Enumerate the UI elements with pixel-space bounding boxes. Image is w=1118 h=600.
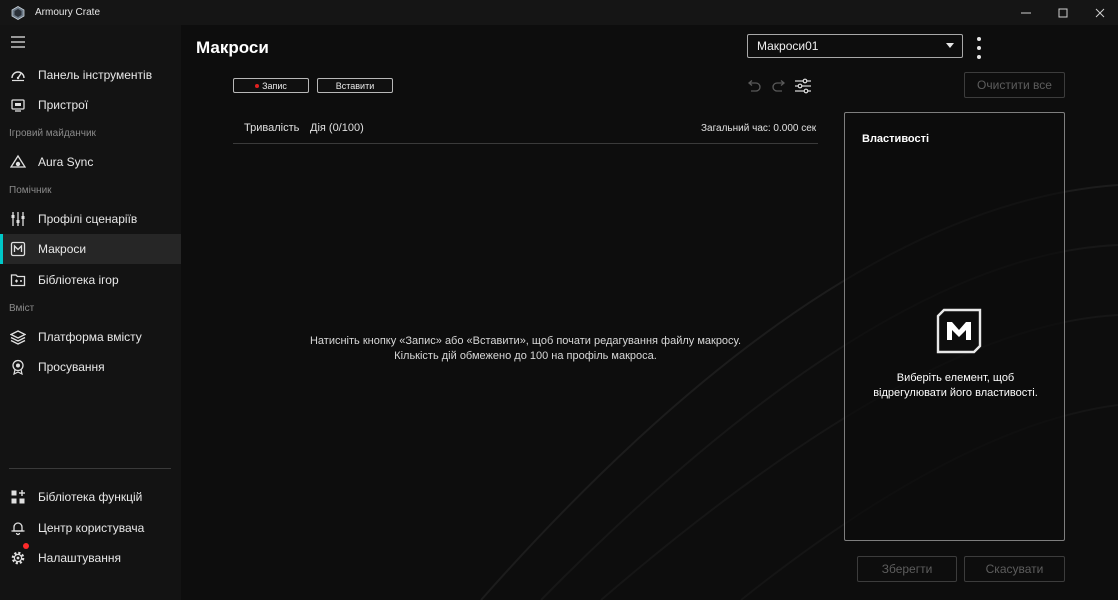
list-divider <box>233 143 818 144</box>
sliders-icon <box>795 78 811 94</box>
sidebar-item-macros[interactable]: Макроси <box>0 234 181 264</box>
dashboard-icon <box>10 67 26 83</box>
device-icon <box>10 97 26 113</box>
minimize-icon <box>1020 12 1031 13</box>
macro-logo-icon <box>936 308 982 354</box>
minimize-button[interactable] <box>1007 0 1044 25</box>
save-button[interactable]: Зберегти <box>857 556 957 582</box>
clear-all-button[interactable]: Очистити все <box>964 72 1065 98</box>
total-time-label: Загальний час: 0.000 сек <box>701 123 817 134</box>
page-title: Макроси <box>196 38 269 57</box>
section-label-game-zone: Ігровий майданчик <box>9 128 96 139</box>
empty-state-line-2: Кількість дій обмежено до 100 на профіль… <box>394 350 657 362</box>
main-content: Макроси Макроси01 Запис Вставити Очистит… <box>181 25 1118 600</box>
properties-message: Виберіть елемент, щоб відрегулювати його… <box>845 371 1066 401</box>
more-options-icon[interactable] <box>976 37 982 59</box>
sidebar-item-label: Бібліотека функцій <box>38 490 143 504</box>
close-button[interactable] <box>1081 0 1118 25</box>
redo-button[interactable] <box>770 77 788 95</box>
undo-icon <box>747 80 761 92</box>
properties-title: Властивості <box>862 133 930 145</box>
sidebar-item-label: Платформа вмісту <box>38 330 142 344</box>
properties-message-line-1: Виберіть елемент, щоб <box>896 372 1015 384</box>
insert-button[interactable]: Вставити <box>317 78 393 93</box>
sidebar-item-label: Просування <box>38 360 105 374</box>
cancel-button-label: Скасувати <box>985 562 1044 576</box>
hamburger-menu-icon[interactable] <box>11 36 25 48</box>
empty-state-message: Натисніть кнопку «Запис» або «Вставити»,… <box>233 334 818 364</box>
sidebar-item-label: Пристрої <box>38 98 89 112</box>
title-bar: Armoury Crate <box>0 0 1118 25</box>
sidebar-item-label: Aura Sync <box>38 155 94 169</box>
app-title: Armoury Crate <box>35 7 101 18</box>
sidebar-item-feature-library[interactable]: Бібліотека функцій <box>0 482 181 512</box>
sidebar-item-dashboard[interactable]: Панель інструментів <box>0 60 181 90</box>
section-label-assistant: Помічник <box>9 185 52 196</box>
close-icon <box>1095 8 1104 17</box>
sidebar-item-user-center[interactable]: Центр користувача <box>0 513 181 543</box>
sidebar-divider <box>9 468 171 469</box>
aura-icon <box>10 154 26 170</box>
redo-icon <box>772 80 786 92</box>
record-dot-icon <box>255 83 260 88</box>
maximize-icon <box>1058 8 1067 17</box>
user-center-icon <box>10 520 26 536</box>
sidebar-item-label: Бібліотека ігор <box>38 273 119 287</box>
sidebar-item-scenario-profiles[interactable]: Профілі сценаріїв <box>0 204 181 234</box>
armoury-crate-logo-icon <box>11 5 25 20</box>
maximize-button[interactable] <box>1044 0 1081 25</box>
column-header-action: Дія (0/100) <box>310 122 364 134</box>
macro-profile-select[interactable]: Макроси01 <box>747 34 963 58</box>
game-library-icon <box>10 272 26 288</box>
sidebar-item-devices[interactable]: Пристрої <box>0 90 181 120</box>
column-header-duration: Тривалість <box>244 122 300 134</box>
adjust-settings-button[interactable] <box>794 77 812 95</box>
macro-profile-select-value: Макроси01 <box>757 39 819 53</box>
clear-all-button-label: Очистити все <box>977 78 1052 92</box>
scenario-icon <box>10 211 26 227</box>
properties-message-line-2: відрегулювати його властивості. <box>873 387 1038 399</box>
layers-icon <box>10 329 26 345</box>
sidebar-item-settings[interactable]: Налаштування <box>0 543 181 573</box>
undo-button[interactable] <box>745 77 763 95</box>
sidebar-item-promotion[interactable]: Просування <box>0 352 181 382</box>
properties-panel: Властивості Виберіть елемент, щоб відрег… <box>844 112 1065 541</box>
sidebar-item-label: Профілі сценаріїв <box>38 212 138 226</box>
settings-icon <box>10 550 26 566</box>
save-button-label: Зберегти <box>881 562 933 576</box>
macro-icon <box>10 241 26 257</box>
insert-button-label: Вставити <box>335 80 375 91</box>
sidebar-item-label: Панель інструментів <box>38 68 153 82</box>
sidebar-item-game-library[interactable]: Бібліотека ігор <box>0 265 181 295</box>
sidebar-item-label: Макроси <box>38 242 87 256</box>
sidebar-item-aura-sync[interactable]: Aura Sync <box>0 147 181 177</box>
cancel-button[interactable]: Скасувати <box>964 556 1065 582</box>
record-button-label: Запис <box>262 80 287 91</box>
section-label-content: Вміст <box>9 303 35 314</box>
promotion-icon <box>10 359 26 375</box>
sidebar-item-label: Центр користувача <box>38 521 145 535</box>
feature-library-icon <box>10 489 26 505</box>
record-button[interactable]: Запис <box>233 78 309 93</box>
sidebar: Панель інструментів Пристрої Ігровий май… <box>0 25 181 600</box>
sidebar-item-label: Налаштування <box>38 551 121 565</box>
sidebar-item-content-platform[interactable]: Платформа вмісту <box>0 322 181 352</box>
chevron-down-icon <box>946 43 954 48</box>
empty-state-line-1: Натисніть кнопку «Запис» або «Вставити»,… <box>309 335 742 347</box>
notification-badge <box>23 543 29 549</box>
